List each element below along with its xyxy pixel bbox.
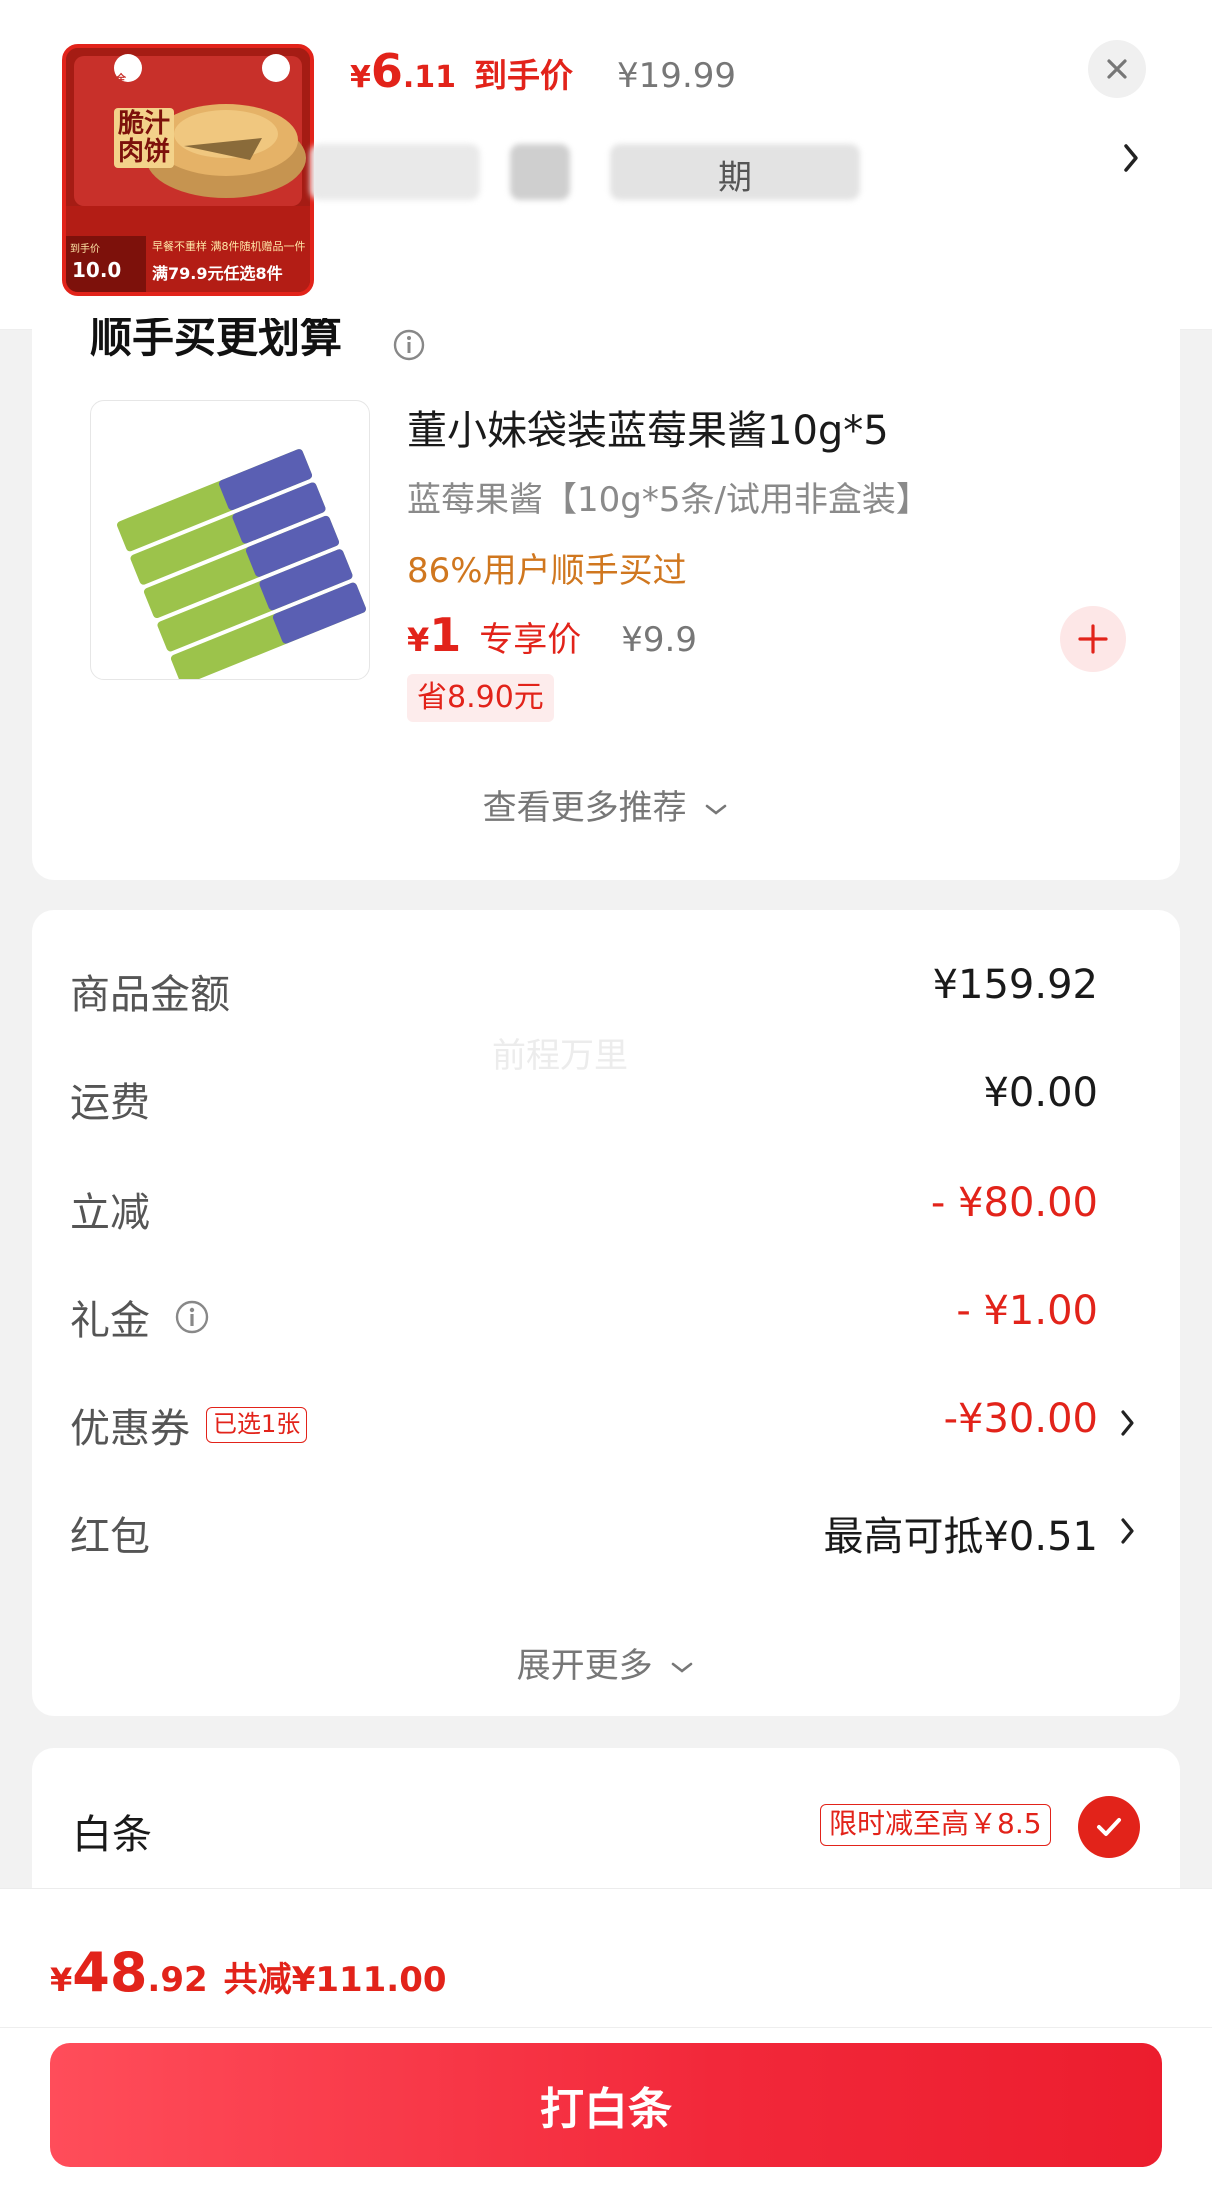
reco-save-badge: 省8.90元 xyxy=(407,674,554,722)
add-to-order-button[interactable] xyxy=(1060,606,1126,672)
reco-original-price: ¥9.9 xyxy=(621,620,697,660)
header-price: ¥ 6 .11 到手价 ¥19.99 xyxy=(350,44,736,104)
thumb-promo-line2: 满79.9元任选8件 xyxy=(152,264,283,283)
thumb-brand: 三全 xyxy=(106,74,126,85)
blurred-chip-2 xyxy=(510,144,570,200)
product-thumbnail-art xyxy=(66,48,310,292)
reco-price: ¥ 1 专享价 ¥9.9 xyxy=(407,608,697,662)
check-icon xyxy=(1097,1818,1121,1836)
order-summary-card: 前程万里 商品金额 ¥159.92 运费 ¥0.00 立减 - ¥80.00 礼… xyxy=(32,910,1180,1716)
summary-label: 红包 xyxy=(70,1514,150,1560)
recommendation-card: 顺手买更划算 董小妹袋装蓝莓果酱10g*5 蓝莓果酱【10g*5条/试用非盒装】… xyxy=(32,318,1180,880)
summary-row-coupon[interactable]: 优惠券 已选1张 -¥30.00 xyxy=(70,1396,1142,1456)
checkout-page: 三全 脆汁 肉饼 早餐不重样 满8件随机赠品一件 满79.9元任选8件 到手价 … xyxy=(0,0,1212,2204)
summary-value: ¥159.92 xyxy=(932,962,1098,1008)
summary-value: ¥0.00 xyxy=(983,1070,1098,1116)
reco-bought-text: 86%用户顺手买过 xyxy=(407,551,687,591)
product-header: 三全 脆汁 肉饼 早餐不重样 满8件随机赠品一件 满79.9元任选8件 到手价 … xyxy=(0,0,1212,330)
summary-value: - ¥1.00 xyxy=(956,1288,1098,1334)
header-chevron-right-icon[interactable] xyxy=(1120,140,1142,180)
payment-method-label: 白条 xyxy=(72,1812,152,1858)
reco-info-icon[interactable] xyxy=(392,328,426,366)
price-tag: 到手价 xyxy=(474,56,574,95)
close-icon xyxy=(1107,59,1127,79)
payment-method-card[interactable]: 白条 限时减至高￥8.5 xyxy=(32,1748,1180,1888)
reco-price-symbol: ¥ xyxy=(407,621,430,659)
chevron-down-icon xyxy=(706,804,727,815)
payment-promo-badge: 限时减至高￥8.5 xyxy=(820,1804,1051,1846)
product-thumbnail[interactable]: 三全 脆汁 肉饼 早餐不重样 满8件随机赠品一件 满79.9元任选8件 到手价 … xyxy=(62,44,314,296)
total-symbol: ¥ xyxy=(50,1961,73,1999)
reco-product-name[interactable]: 董小妹袋装蓝莓果酱10g*5 xyxy=(407,398,889,456)
summary-label-wrap: 优惠券 已选1张 xyxy=(70,1396,308,1454)
summary-label-wrap: 礼金 xyxy=(70,1288,210,1346)
jam-packets-image xyxy=(117,449,366,679)
summary-value: - ¥80.00 xyxy=(930,1180,1098,1226)
thumb-name: 脆汁 肉饼 xyxy=(114,108,175,168)
summary-label: 商品金额 xyxy=(70,972,230,1018)
summary-row-red-packet[interactable]: 红包 最高可抵¥0.51 xyxy=(70,1504,1142,1564)
price-integer: 6 xyxy=(370,44,403,98)
price-decimal: .11 xyxy=(402,60,457,95)
reco-product-image[interactable] xyxy=(90,400,370,680)
thumb-promo-line1: 早餐不重样 满8件随机赠品一件 xyxy=(152,240,306,253)
reco-price-tag: 专享价 xyxy=(479,620,582,660)
summary-row-shipping: 运费 ¥0.00 xyxy=(70,1070,1142,1130)
summary-label: 运费 xyxy=(70,1080,150,1126)
summary-row-discount: 立减 - ¥80.00 xyxy=(70,1180,1142,1240)
thumb-corner-price: 10.0 xyxy=(72,258,122,282)
original-price: ¥19.99 xyxy=(617,56,737,96)
summary-label: 立减 xyxy=(70,1190,150,1236)
total-integer: 48 xyxy=(72,1941,148,2004)
summary-row-goods: 商品金额 ¥159.92 xyxy=(70,962,1142,1022)
pay-button[interactable]: 打白条 xyxy=(50,2043,1162,2167)
divider xyxy=(0,2027,1212,2028)
close-button[interactable] xyxy=(1088,40,1146,98)
blurred-selection-row[interactable]: 期 xyxy=(310,128,1120,212)
more-reco-label: 查看更多推荐 xyxy=(482,788,687,828)
chevron-right-icon xyxy=(1118,1514,1138,1552)
reco-product-spec[interactable]: 蓝莓果酱【10g*5条/试用非盒装】 xyxy=(407,472,930,521)
reco-title-wrap: 顺手买更划算 xyxy=(90,318,490,364)
plus-icon xyxy=(1078,624,1108,654)
blurred-chip-1 xyxy=(310,144,480,200)
thumb-corner-label: 到手价 xyxy=(70,244,100,255)
expand-more-link[interactable]: 展开更多 xyxy=(32,1638,1180,1687)
bottom-checkout-bar: ¥ 48 .92 共减¥111.00 打白条 xyxy=(0,1888,1212,2204)
payment-selected-check[interactable] xyxy=(1078,1796,1140,1858)
summary-value: 最高可抵¥0.51 xyxy=(823,1514,1098,1560)
chevron-down-icon xyxy=(672,1662,693,1673)
info-icon[interactable] xyxy=(174,1299,210,1335)
total-decimal: .92 xyxy=(147,1960,208,2000)
reco-price-value: 1 xyxy=(429,608,462,662)
order-total: ¥ 48 .92 共减¥111.00 xyxy=(50,1941,447,2004)
blurred-suffix: 期 xyxy=(718,158,752,198)
thumb-name-line2: 肉饼 xyxy=(118,137,171,167)
summary-label: 礼金 xyxy=(70,1298,150,1344)
summary-row-gift-money: 礼金 - ¥1.00 xyxy=(70,1288,1142,1348)
total-saved: 共减¥111.00 xyxy=(223,1960,447,2000)
summary-value: -¥30.00 xyxy=(943,1396,1098,1442)
summary-label: 优惠券 xyxy=(70,1406,190,1452)
reco-title: 顺手买更划算 xyxy=(90,318,343,362)
chevron-right-icon xyxy=(1118,1406,1138,1444)
coupon-selected-badge: 已选1张 xyxy=(206,1407,308,1443)
expand-more-label: 展开更多 xyxy=(516,1646,653,1686)
price-symbol: ¥ xyxy=(350,60,371,95)
thumb-name-line1: 脆汁 xyxy=(118,109,171,139)
more-recommendations-link[interactable]: 查看更多推荐 xyxy=(32,780,1180,829)
